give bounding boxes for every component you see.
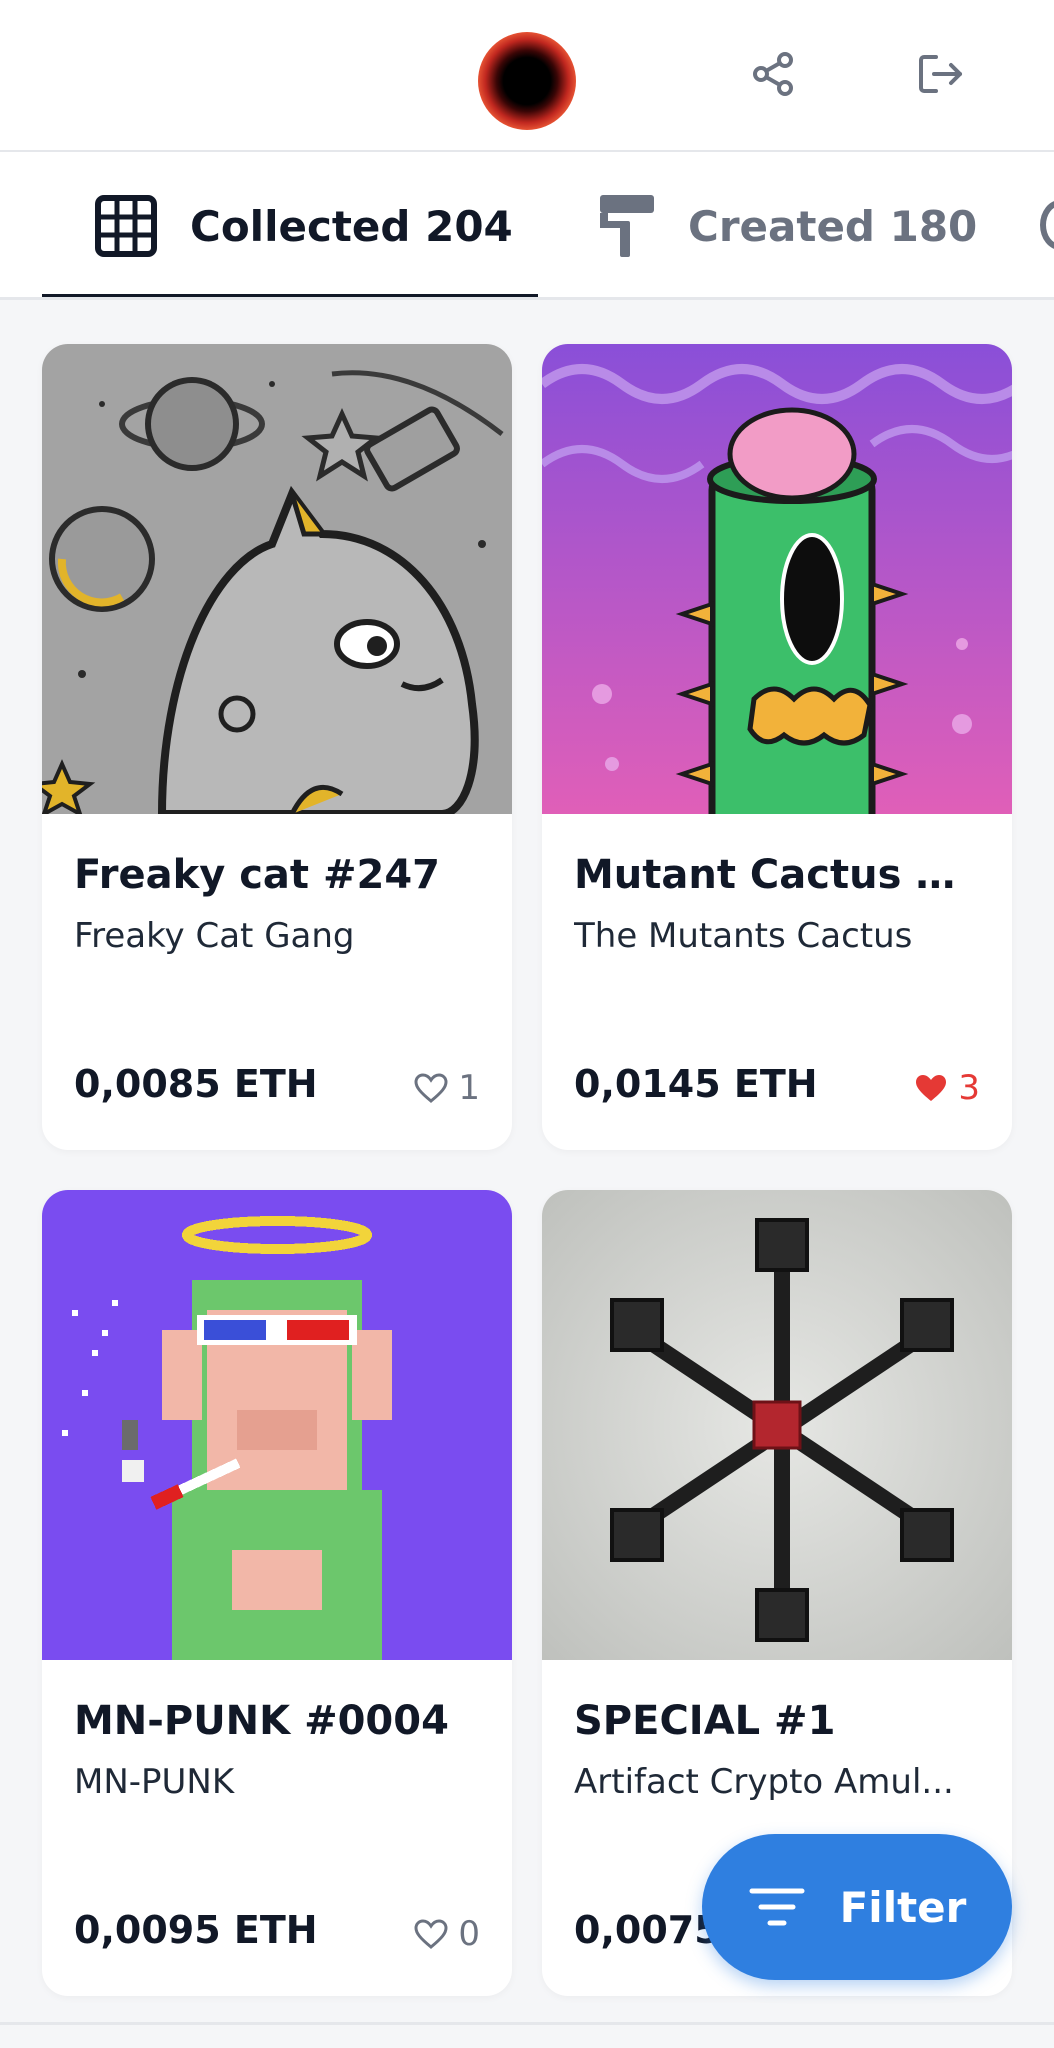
nft-title: SPECIAL #1 xyxy=(574,1698,836,1744)
nft-price: 0,0095 ETH xyxy=(74,1908,318,1952)
nft-image-special xyxy=(542,1190,1012,1660)
nft-title: Mutant Cactus #... xyxy=(574,852,984,898)
logout-icon xyxy=(919,55,962,93)
logout-button[interactable] xyxy=(912,46,968,102)
like-count: 0 xyxy=(458,1914,480,1954)
nft-collection: MN-PUNK xyxy=(74,1762,235,1802)
nft-image-mn-punk xyxy=(42,1190,512,1660)
tab-collected-label: Collected 204 xyxy=(190,201,513,251)
nft-card[interactable]: Mutant Cactus #... The Mutants Cactus 0,… xyxy=(542,344,1012,1150)
nft-collection: Artifact Crypto Amul... xyxy=(574,1762,954,1802)
nft-image-mutant-cactus xyxy=(542,344,1012,814)
like-button[interactable]: 1 xyxy=(414,1068,480,1108)
nft-card[interactable]: Freaky cat #247 Freaky Cat Gang 0,0085 E… xyxy=(42,344,512,1150)
tab-created-label: Created 180 xyxy=(688,201,978,251)
heart-outline-icon xyxy=(414,1919,448,1949)
active-tab-indicator xyxy=(42,294,538,297)
nft-title: MN-PUNK #0004 xyxy=(74,1698,449,1744)
heart-filled-icon xyxy=(916,1075,947,1101)
next-tab-icon[interactable] xyxy=(1040,200,1054,250)
nft-collection: Freaky Cat Gang xyxy=(74,916,355,956)
filter-label: Filter xyxy=(839,1882,967,1932)
like-button[interactable]: 3 xyxy=(914,1068,980,1108)
nft-image-freaky-cat xyxy=(42,344,512,814)
grid-icon xyxy=(95,195,157,257)
like-button[interactable]: 0 xyxy=(414,1914,480,1954)
top-bar xyxy=(0,0,1054,152)
nft-price: 0,0085 ETH xyxy=(74,1062,318,1106)
filter-icon xyxy=(749,1888,805,1926)
filter-button[interactable]: Filter xyxy=(702,1834,1012,1980)
heart-outline-icon xyxy=(414,1073,448,1103)
tab-collected[interactable]: Collected 204 xyxy=(42,152,538,297)
share-button[interactable] xyxy=(745,46,801,102)
nft-collection: The Mutants Cactus xyxy=(574,916,913,956)
nft-title: Freaky cat #247 xyxy=(74,852,440,898)
profile-tabs: Collected 204 Created 180 xyxy=(0,152,1054,300)
nft-price: 0,0145 ETH xyxy=(574,1062,818,1106)
profile-avatar[interactable] xyxy=(478,32,576,130)
like-count: 3 xyxy=(958,1068,980,1108)
nft-card[interactable]: MN-PUNK #0004 MN-PUNK 0,0095 ETH 0 xyxy=(42,1190,512,1996)
tab-created[interactable]: Created 180 xyxy=(592,152,1012,297)
paint-roller-icon xyxy=(600,195,654,257)
like-count: 1 xyxy=(458,1068,480,1108)
share-icon xyxy=(753,52,793,96)
divider xyxy=(0,2022,1054,2025)
